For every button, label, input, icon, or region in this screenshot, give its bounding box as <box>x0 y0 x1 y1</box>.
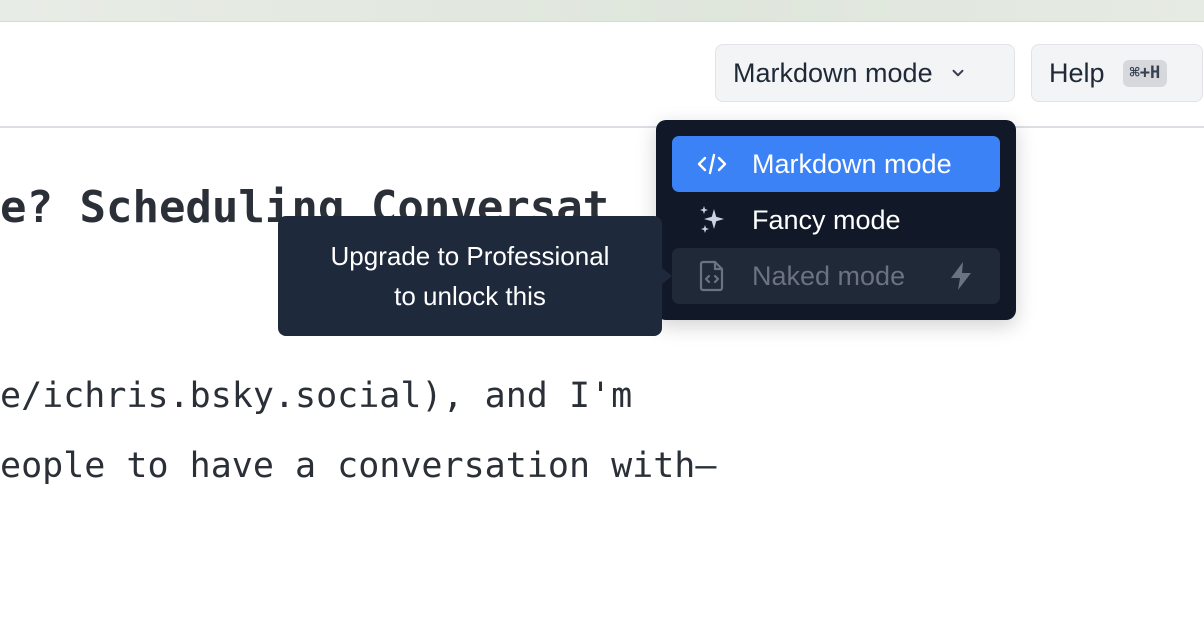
upgrade-tooltip: Upgrade to Professional to unlock this <box>278 216 662 336</box>
browser-chrome-strip <box>0 0 1204 22</box>
menu-item-markdown-mode[interactable]: Markdown mode <box>672 136 1000 192</box>
lightning-icon <box>948 261 974 298</box>
document-text-line: eople to have a conversation with— <box>0 446 717 486</box>
help-button[interactable]: Help ⌘+H <box>1031 44 1203 102</box>
sparkles-icon <box>672 205 752 235</box>
code-icon <box>672 152 752 176</box>
tooltip-arrow <box>662 268 672 284</box>
document-text-line: e/ichris.bsky.social), and I'm <box>0 376 633 416</box>
help-label: Help <box>1049 57 1105 88</box>
menu-item-fancy-mode[interactable]: Fancy mode <box>672 192 1000 248</box>
editor-mode-dropdown-button[interactable]: Markdown mode <box>715 44 1015 102</box>
editor-mode-menu: Markdown mode Fancy mode Naked mode <box>656 120 1016 320</box>
menu-item-label: Naked mode <box>752 260 906 291</box>
menu-item-label: Fancy mode <box>752 204 901 235</box>
tooltip-line: to unlock this <box>394 281 546 311</box>
help-shortcut-badge: ⌘+H <box>1122 59 1168 87</box>
menu-item-label: Markdown mode <box>752 148 952 179</box>
tooltip-line: Upgrade to Professional <box>330 241 610 271</box>
code-file-icon <box>672 260 752 292</box>
chevron-down-icon <box>952 69 964 77</box>
menu-item-naked-mode[interactable]: Naked mode <box>672 248 1000 304</box>
editor-mode-label: Markdown mode <box>733 57 933 88</box>
toolbar-divider <box>0 126 1204 128</box>
